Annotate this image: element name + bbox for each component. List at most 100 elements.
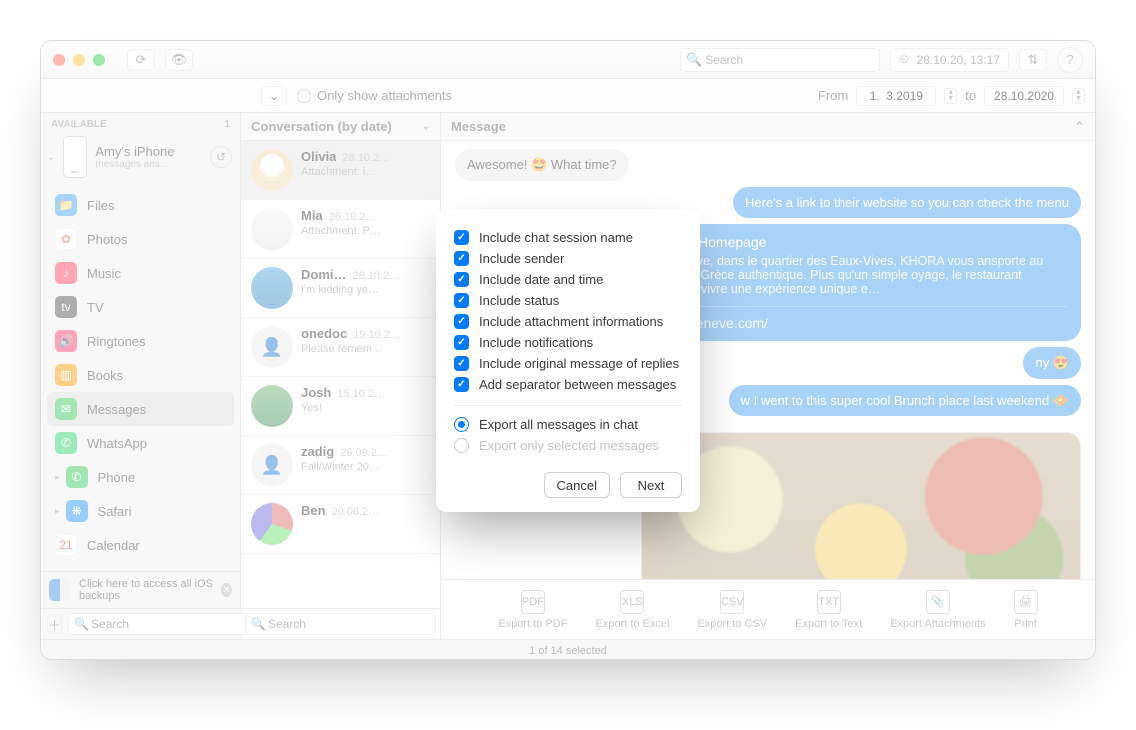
device-name: Amy's iPhone [95, 144, 174, 159]
files-icon: 📁 [55, 194, 77, 216]
sidebar-item-messages[interactable]: ✉Messages [47, 392, 234, 426]
message-bubble[interactable]: Here's a link to their website so you ca… [733, 187, 1081, 219]
dismiss-note-icon[interactable]: ✕ [221, 583, 232, 597]
conversation-search[interactable]: 🔍 [245, 613, 436, 635]
to-label: to [965, 88, 976, 103]
sidebar-item-music[interactable]: ♪Music [47, 256, 234, 290]
conversation-header[interactable]: Conversation (by date) ⌄ [241, 113, 440, 141]
phone-icon [63, 136, 87, 178]
sidebar-item-label: Safari [98, 504, 132, 519]
from-date-field[interactable] [856, 86, 936, 106]
conversation-row[interactable]: Olivia28.10.2…Attachment: i… [241, 141, 440, 200]
to-date-field[interactable] [984, 86, 1064, 106]
export-action[interactable]: XLSExport to Excel [595, 590, 669, 630]
search-icon: 🔍 [74, 617, 89, 631]
minimize-icon[interactable] [73, 54, 85, 66]
export-selected-label: Export only selected messages [479, 438, 659, 453]
backups-note[interactable]: Click here to access all iOS backups ✕ [41, 572, 240, 608]
only-attachments-checkbox[interactable]: Only show attachments [297, 88, 452, 103]
sidebar-item-safari[interactable]: ▸❋Safari [47, 494, 234, 528]
transfer-button[interactable]: ⇅ [1019, 49, 1047, 71]
only-attachments-label: Only show attachments [317, 88, 452, 103]
conversation-search-input[interactable] [245, 613, 436, 635]
export-action[interactable]: 🖨Print [1014, 590, 1038, 630]
conversation-row[interactable]: 👤zadig26.09.2…Fall/Winter 20… [241, 436, 440, 495]
ringtones-icon: 🔊 [55, 330, 77, 352]
sidebar-item-label: Books [87, 368, 123, 383]
export-option-checkbox[interactable]: Add separator between messages [454, 374, 682, 395]
sidebar-item-ringtones[interactable]: 🔊Ringtones [47, 324, 234, 358]
message-bubble[interactable]: Awesome! 🤩 What time? [455, 149, 629, 181]
sidebar-item-label: WhatsApp [87, 436, 147, 451]
conversation-row[interactable]: Josh15.10.2…Yes! [241, 377, 440, 436]
close-icon[interactable] [53, 54, 65, 66]
export-all-radio[interactable]: Export all messages in chat [454, 414, 682, 435]
conversation-row[interactable]: Domi…26.10.2…I'm kidding yo… [241, 259, 440, 318]
export-action[interactable]: CSVExport to CSV [697, 590, 767, 630]
avatar: 👤 [251, 444, 293, 486]
sidebar-item-phone[interactable]: ▸✆Phone [47, 460, 234, 494]
refresh-button[interactable]: ⟳ [127, 49, 155, 71]
export-option-checkbox[interactable]: Include chat session name [454, 227, 682, 248]
export-option-label: Include attachment informations [479, 314, 663, 329]
conversation-row[interactable]: Ben20.08.2… [241, 495, 440, 554]
export-option-checkbox[interactable]: Include sender [454, 248, 682, 269]
sidebar-item-files[interactable]: 📁 Files [47, 188, 234, 222]
export-option-label: Include status [479, 293, 559, 308]
export-option-checkbox[interactable]: Include status [454, 290, 682, 311]
export-option-checkbox[interactable]: Include attachment informations [454, 311, 682, 332]
help-button[interactable]: ? [1057, 47, 1083, 73]
window-controls[interactable] [53, 54, 105, 66]
message-bubble[interactable]: ny 😍 [1023, 347, 1081, 379]
global-search[interactable]: 🔍 [680, 48, 880, 72]
device-row[interactable]: ⌄ Amy's iPhone messages ans… ↺ [41, 132, 240, 188]
search-input[interactable] [680, 48, 880, 72]
conversation-row[interactable]: Mia28.10.2…Attachment: P… [241, 200, 440, 259]
restore-icon[interactable]: ↺ [210, 146, 232, 168]
conversation-row[interactable]: 👤onedoc19.10.2…Please remem… [241, 318, 440, 377]
chevron-right-icon: ▸ [55, 506, 60, 517]
sidebar-item-tv[interactable]: tvTV [47, 290, 234, 324]
export-option-label: Include date and time [479, 272, 603, 287]
sidebar-search[interactable]: 🔍 [68, 613, 255, 635]
export-action[interactable]: TXTExport to Text [795, 590, 862, 630]
from-date-stepper[interactable]: ▲▼ [944, 88, 957, 104]
conversation-name: onedoc [301, 326, 347, 341]
conversation-date: 19.10.2… [353, 329, 401, 341]
next-button[interactable]: Next [620, 472, 682, 498]
backup-picker[interactable]: ⏲ 28.10.20, 13:17 [890, 48, 1009, 72]
export-option-checkbox[interactable]: Include date and time [454, 269, 682, 290]
whatsapp-icon: ✆ [55, 432, 77, 454]
preview-button[interactable]: 👁 [165, 49, 193, 71]
export-action[interactable]: 📎Export Attachments [890, 590, 985, 630]
checkbox-icon [454, 272, 469, 287]
message-bubble[interactable]: w I went to this super cool Brunch place… [729, 385, 1081, 417]
export-options-modal: Include chat session nameInclude sender I… [436, 209, 700, 512]
sidebar-item-label: Music [87, 266, 121, 281]
cancel-button[interactable]: Cancel [544, 472, 610, 498]
add-button[interactable]: ＋ [47, 614, 62, 634]
filter-dropdown-button[interactable]: ⌄ [261, 86, 287, 106]
avatar [251, 503, 293, 545]
chevron-up-icon[interactable]: ⌃ [1074, 119, 1085, 135]
checkbox-icon [454, 251, 469, 266]
export-action[interactable]: PDFExport to PDF [498, 590, 567, 630]
to-date-stepper[interactable]: ▲▼ [1072, 88, 1085, 104]
sidebar-item-books[interactable]: ▥Books [47, 358, 234, 392]
conversation-name: Ben [301, 503, 326, 518]
export-option-checkbox[interactable]: Include notifications [454, 332, 682, 353]
chevron-down-icon: ⌄ [422, 121, 430, 132]
export-label: Export to Excel [595, 618, 669, 630]
sidebar-search-input[interactable] [68, 613, 255, 635]
conversation-date: 28.10.2… [329, 211, 377, 223]
checkbox-icon [454, 377, 469, 392]
sidebar-item-label: TV [87, 300, 104, 315]
zoom-icon[interactable] [93, 54, 105, 66]
image-attachment[interactable] [641, 432, 1081, 579]
sidebar-item-calendar[interactable]: 21Calendar [47, 528, 234, 562]
export-option-checkbox[interactable]: Include original message of replies [454, 353, 682, 374]
sidebar-item-label: Files [87, 198, 114, 213]
sidebar-item-whatsapp[interactable]: ✆ WhatsApp [47, 426, 234, 460]
sidebar-item-photos[interactable]: ✿Photos [47, 222, 234, 256]
conversation-preview: Attachment: P… [301, 225, 430, 237]
